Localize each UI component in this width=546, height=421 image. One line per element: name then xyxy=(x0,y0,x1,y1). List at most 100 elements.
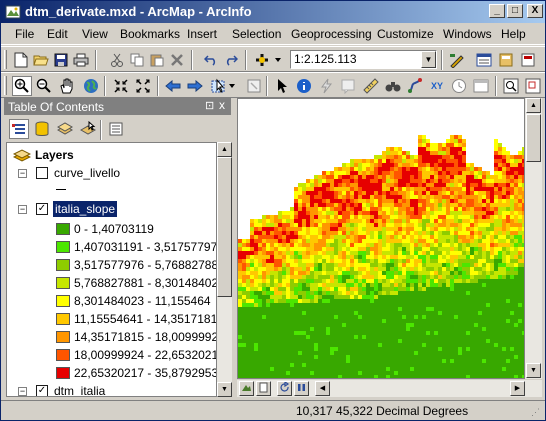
zoom-in-icon[interactable] xyxy=(12,76,32,96)
find-binoculars-icon[interactable] xyxy=(383,76,403,96)
magnifier-icon[interactable] xyxy=(501,76,521,96)
scroll-thumb[interactable] xyxy=(217,157,232,297)
scroll-down-arrow-icon[interactable]: ▼ xyxy=(217,382,232,397)
search-window-icon[interactable] xyxy=(518,50,538,70)
new-icon[interactable] xyxy=(11,50,31,70)
fixed-zoom-out-icon[interactable] xyxy=(133,76,153,96)
resize-grip-icon[interactable]: ⋰ xyxy=(531,407,543,419)
create-viewer-window-icon[interactable] xyxy=(471,76,491,96)
menu-edit[interactable]: Edit xyxy=(47,27,68,41)
scroll-left-arrow-icon[interactable]: ◀ xyxy=(315,381,330,396)
menu-help[interactable]: Help xyxy=(501,27,526,41)
collapse-toggle-dtm-italia[interactable]: − xyxy=(18,387,27,396)
raster-cell xyxy=(274,223,278,227)
chevron-down-icon[interactable]: ▼ xyxy=(421,51,436,68)
close-button[interactable]: X xyxy=(527,4,543,18)
raster-cell xyxy=(414,155,418,159)
list-by-drawing-order-icon[interactable] xyxy=(9,119,29,139)
menu-view[interactable]: View xyxy=(82,27,108,41)
back-extent-icon[interactable] xyxy=(163,76,183,96)
clear-selection-icon[interactable] xyxy=(244,76,264,96)
raster-cell xyxy=(458,311,462,315)
catalog-icon[interactable] xyxy=(496,50,516,70)
find-route-icon[interactable] xyxy=(405,76,425,96)
scroll-thumb[interactable] xyxy=(526,114,541,162)
collapse-toggle-curve-livello[interactable]: − xyxy=(18,169,27,178)
menu-selection[interactable]: Selection xyxy=(232,27,281,41)
measure-icon[interactable] xyxy=(361,76,381,96)
raster-cell xyxy=(458,203,462,207)
forward-extent-icon[interactable] xyxy=(185,76,205,96)
raster-cell xyxy=(410,199,414,203)
raster-cell xyxy=(410,227,414,231)
raster-cell xyxy=(382,199,386,203)
toc-vertical-scrollbar[interactable]: ▲ ▼ xyxy=(217,142,232,397)
identify-icon[interactable] xyxy=(294,76,314,96)
layer-visibility-checkbox-curve-livello[interactable] xyxy=(36,167,48,179)
toc-options-icon[interactable] xyxy=(106,119,126,139)
toolbar-grip[interactable] xyxy=(4,76,7,95)
maximize-button[interactable]: □ xyxy=(507,4,523,18)
raster-cell xyxy=(390,263,394,267)
collapse-toggle-italia-slope[interactable]: − xyxy=(18,205,27,214)
raster-cell xyxy=(402,263,406,267)
raster-cell xyxy=(314,299,318,303)
menu-insert[interactable]: Insert xyxy=(187,27,217,41)
toc-close-icon[interactable]: x xyxy=(219,98,225,112)
map-vertical-scrollbar[interactable]: ▲ ▼ xyxy=(525,98,542,379)
editor-toolbar-icon[interactable] xyxy=(447,50,467,70)
layer-visibility-checkbox-italia-slope[interactable]: ✓ xyxy=(36,203,48,215)
paste-icon[interactable] xyxy=(147,50,167,70)
scroll-up-arrow-icon[interactable]: ▲ xyxy=(217,142,232,157)
data-view-icon[interactable] xyxy=(239,381,254,396)
table-of-contents-icon[interactable] xyxy=(474,50,494,70)
menu-bookmarks[interactable]: Bookmarks xyxy=(120,27,180,41)
raster-cell xyxy=(434,247,438,251)
raster-cell xyxy=(398,171,402,175)
list-by-visibility-icon[interactable] xyxy=(55,119,75,139)
layer-row-italia-slope[interactable]: italia_slope xyxy=(53,201,118,217)
redo-icon[interactable] xyxy=(221,50,241,70)
list-by-selection-icon[interactable] xyxy=(78,119,98,139)
raster-cell xyxy=(502,339,506,343)
undo-icon[interactable] xyxy=(201,50,221,70)
pin-icon[interactable]: ⊡ xyxy=(205,99,214,112)
overview-icon[interactable] xyxy=(523,76,543,96)
scroll-down-arrow-icon[interactable]: ▼ xyxy=(526,363,541,378)
menu-file[interactable]: File xyxy=(15,27,34,41)
pause-drawing-icon[interactable] xyxy=(294,381,309,396)
layout-view-icon[interactable] xyxy=(256,381,271,396)
scroll-up-arrow-icon[interactable]: ▲ xyxy=(526,98,541,113)
raster-cell xyxy=(450,351,454,355)
layer-visibility-checkbox-dtm-italia[interactable]: ✓ xyxy=(36,385,48,396)
delete-icon[interactable] xyxy=(167,50,187,70)
select-elements-arrow-icon[interactable] xyxy=(272,76,292,96)
fixed-zoom-in-icon[interactable] xyxy=(111,76,131,96)
menu-geoprocessing[interactable]: Geoprocessing xyxy=(291,27,372,41)
save-icon[interactable] xyxy=(51,50,71,70)
list-by-source-icon[interactable] xyxy=(32,119,52,139)
open-icon[interactable] xyxy=(31,50,51,70)
menu-windows[interactable]: Windows xyxy=(443,27,492,41)
zoom-out-icon[interactable] xyxy=(34,76,54,96)
pan-hand-icon[interactable] xyxy=(57,76,77,96)
hyperlink-icon[interactable] xyxy=(316,76,336,96)
time-slider-icon[interactable] xyxy=(449,76,469,96)
select-features-icon[interactable] xyxy=(210,76,238,96)
map-horizontal-scrollbar[interactable]: ◀ ▶ xyxy=(237,380,542,397)
print-icon[interactable] xyxy=(71,50,91,70)
cut-icon[interactable] xyxy=(107,50,127,70)
raster-cell xyxy=(334,235,338,239)
full-extent-globe-icon[interactable] xyxy=(81,76,101,96)
map-display[interactable] xyxy=(237,98,525,379)
minimize-button[interactable]: _ xyxy=(489,4,505,18)
html-popup-icon[interactable] xyxy=(338,76,358,96)
map-scale-combobox[interactable]: 1:2.125.113 ▼ xyxy=(290,50,437,69)
toolbar-grip[interactable] xyxy=(4,50,7,69)
add-data-icon[interactable] xyxy=(253,50,283,70)
copy-icon[interactable] xyxy=(127,50,147,70)
scroll-right-arrow-icon[interactable]: ▶ xyxy=(510,381,525,396)
go-to-xy-icon[interactable]: XY xyxy=(427,76,447,96)
refresh-icon[interactable] xyxy=(277,380,292,396)
menu-customize[interactable]: Customize xyxy=(377,27,434,41)
